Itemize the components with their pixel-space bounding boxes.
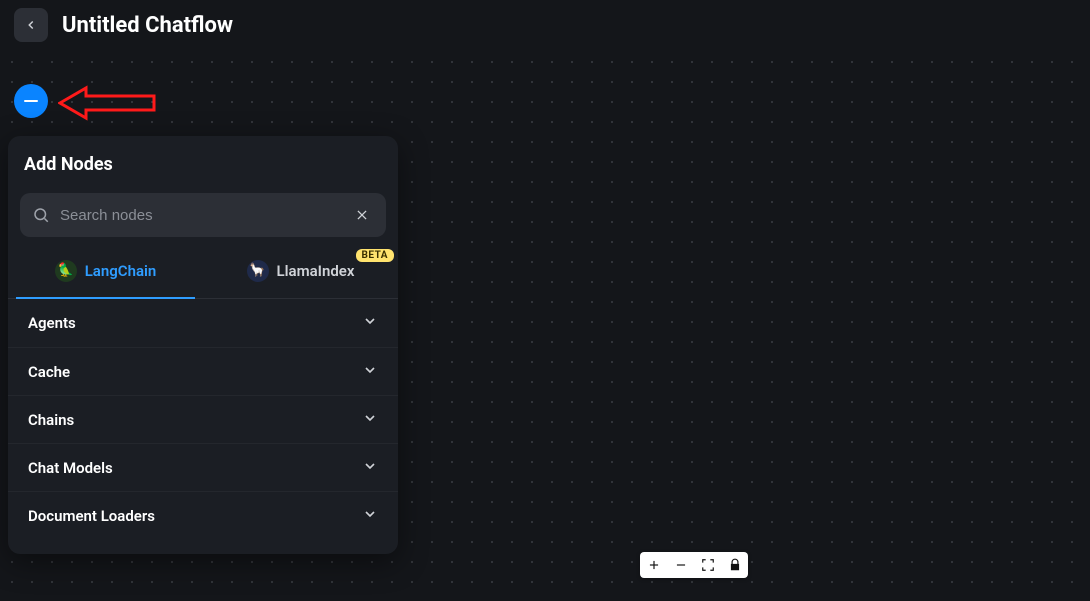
category-cache[interactable]: Cache	[8, 347, 398, 395]
zoom-toolbar	[640, 552, 748, 578]
beta-badge: BETA	[356, 249, 395, 262]
zoom-out-button[interactable]	[669, 553, 693, 577]
add-nodes-panel: Add Nodes 🦜 LangChain 🦙 LlamaIndex BETA …	[8, 136, 398, 554]
chevron-left-icon	[24, 18, 38, 32]
minus-icon	[24, 100, 38, 102]
tab-langchain[interactable]: 🦜 LangChain	[8, 243, 203, 298]
app-root: Untitled Chatflow Add Nodes 🦜 LangChain	[0, 0, 1090, 601]
category-list[interactable]: Agents Cache Chains Chat Models Document…	[8, 299, 398, 554]
tab-llamaindex[interactable]: 🦙 LlamaIndex BETA	[203, 243, 398, 298]
chevron-down-icon	[362, 410, 378, 430]
toggle-nodes-panel-button[interactable]	[14, 84, 48, 118]
panel-title: Add Nodes	[8, 136, 398, 183]
header-bar: Untitled Chatflow	[0, 0, 1090, 50]
category-label: Chat Models	[28, 459, 113, 477]
category-agents[interactable]: Agents	[8, 299, 398, 347]
lock-icon	[728, 558, 742, 572]
close-icon	[355, 208, 369, 222]
fit-view-button[interactable]	[696, 553, 720, 577]
tab-label: LangChain	[85, 262, 157, 280]
chevron-down-icon	[362, 362, 378, 382]
search-input[interactable]	[60, 207, 350, 224]
category-label: Document Loaders	[28, 507, 155, 525]
page-title: Untitled Chatflow	[62, 13, 233, 38]
plus-icon	[647, 558, 661, 572]
zoom-in-button[interactable]	[642, 553, 666, 577]
fit-view-icon	[701, 558, 715, 572]
search-clear-button[interactable]	[350, 203, 374, 227]
minus-icon	[674, 558, 688, 572]
search-icon	[32, 206, 50, 224]
tab-label: LlamaIndex	[277, 262, 355, 280]
chevron-down-icon	[362, 313, 378, 333]
parrot-icon: 🦜	[55, 260, 77, 282]
llama-icon: 🦙	[247, 260, 269, 282]
category-chat-models[interactable]: Chat Models	[8, 443, 398, 491]
category-label: Chains	[28, 411, 74, 429]
provider-tabs: 🦜 LangChain 🦙 LlamaIndex BETA	[8, 243, 398, 299]
chevron-down-icon	[362, 506, 378, 526]
category-document-loaders[interactable]: Document Loaders	[8, 491, 398, 539]
category-label: Agents	[28, 314, 76, 332]
search-field-container	[20, 193, 386, 237]
lock-button[interactable]	[723, 553, 747, 577]
category-label: Cache	[28, 363, 70, 381]
category-chains[interactable]: Chains	[8, 395, 398, 443]
back-button[interactable]	[14, 8, 48, 42]
chevron-down-icon	[362, 458, 378, 478]
